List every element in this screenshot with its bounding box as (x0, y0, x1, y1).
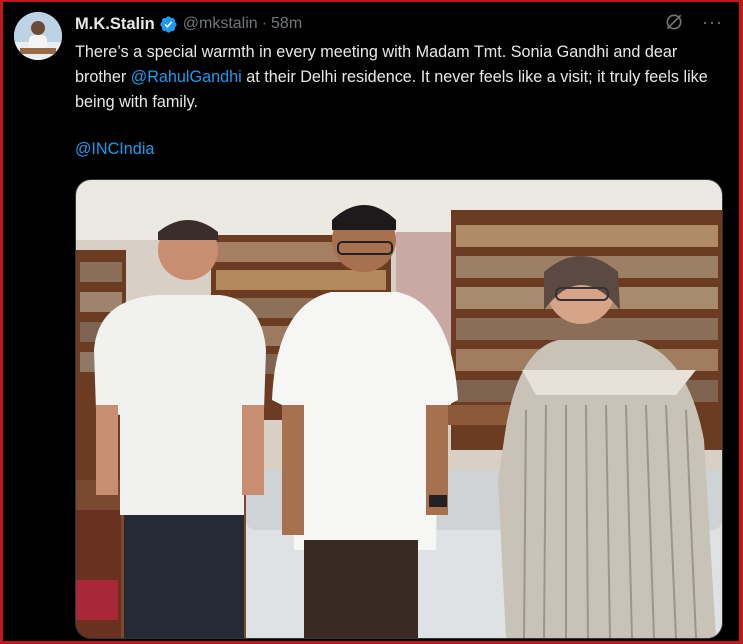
tweet-text: There’s a special warmth in every meetin… (75, 40, 730, 115)
tweet-card: M.K.Stalin @mkstalin · 58m ··· There’s a… (3, 2, 739, 641)
verified-badge-icon (160, 15, 177, 33)
mention-link[interactable]: @RahulGandhi (131, 68, 242, 86)
author-handle[interactable]: @mkstalin (183, 15, 258, 33)
tweet-header: M.K.Stalin @mkstalin · 58m (75, 13, 302, 35)
tweet-actions-top: ··· (664, 12, 723, 32)
author-name[interactable]: M.K.Stalin (75, 15, 155, 34)
grok-icon[interactable] (664, 12, 684, 32)
tag-link[interactable]: @INCIndia (75, 140, 154, 159)
timestamp[interactable]: 58m (271, 15, 302, 33)
tweet-photo[interactable] (75, 179, 723, 639)
avatar[interactable] (14, 12, 62, 60)
more-options-icon[interactable]: ··· (702, 12, 723, 32)
separator-dot: · (261, 15, 268, 32)
